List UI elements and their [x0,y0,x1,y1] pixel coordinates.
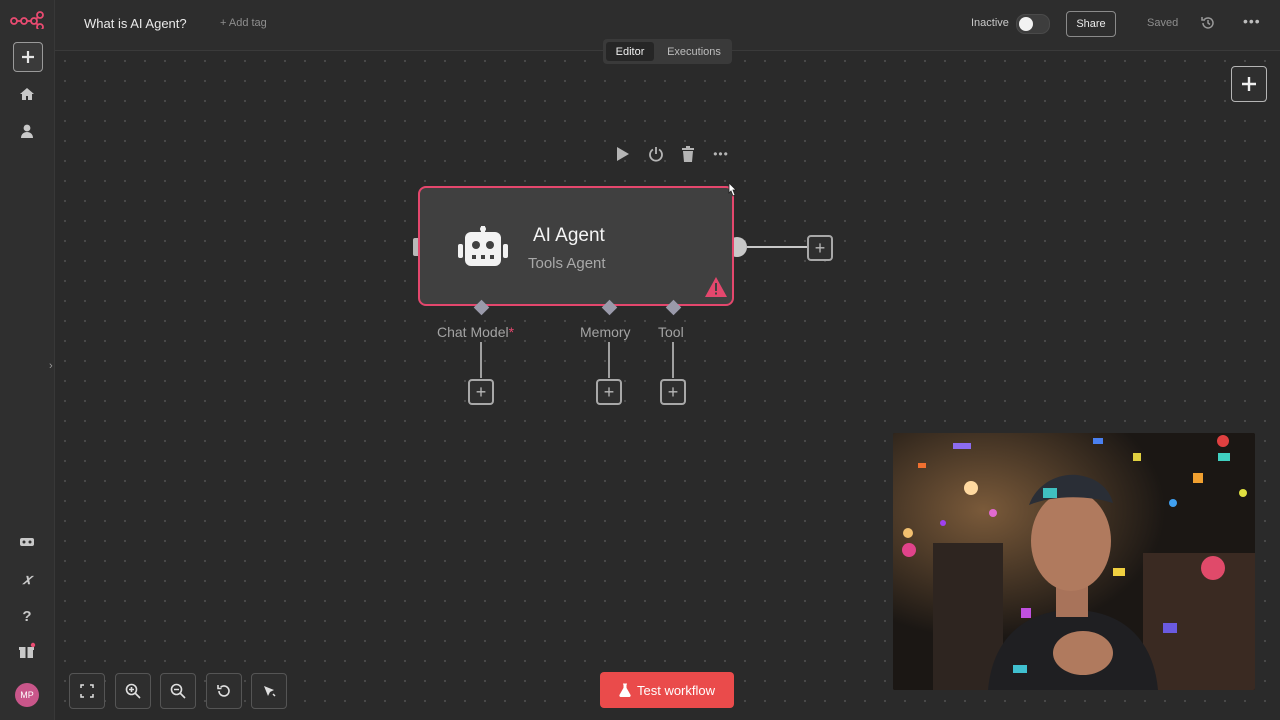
memory-label: Memory [580,324,631,340]
output-connection-line [747,246,807,248]
tab-executions[interactable]: Executions [659,42,729,61]
chat-model-label-text: Chat Model [437,324,509,340]
tool-connector-line [672,342,674,378]
add-memory-button[interactable]: + [596,379,622,405]
activation-toggle[interactable] [1016,14,1050,34]
node-title: AI Agent [533,225,605,246]
user-icon[interactable] [13,117,41,145]
gift-icon[interactable] [13,637,41,665]
tidy-up-icon [264,686,276,697]
fit-view-icon [80,684,94,698]
add-tag-button[interactable]: + Add tag [220,17,267,29]
share-button[interactable]: Share [1066,11,1116,37]
fit-view-button[interactable] [69,673,105,709]
zoom-in-icon [125,683,141,699]
add-next-node-button[interactable]: + [807,235,833,261]
flask-icon [619,683,631,697]
zoom-in-button[interactable] [115,673,151,709]
add-tool-button[interactable]: + [660,379,686,405]
memory-connector-line [608,342,610,378]
saved-status: Saved [1147,17,1179,29]
templates-icon[interactable] [13,528,41,556]
ai-agent-node[interactable]: AI Agent Tools Agent [418,186,734,306]
presenter-video-image [893,433,1255,690]
workflow-title[interactable]: What is AI Agent? [84,16,187,31]
activation-status-label: Inactive [971,17,1009,29]
add-node-button[interactable] [1231,66,1267,102]
zoom-out-button[interactable] [160,673,196,709]
tidy-up-button[interactable] [251,673,287,709]
n8n-logo-icon[interactable] [9,6,45,34]
warning-icon[interactable] [704,276,728,298]
play-icon[interactable] [612,143,634,165]
test-workflow-label: Test workflow [636,682,716,698]
left-sidebar: › 𝑥 ? MP [0,0,55,720]
mouse-cursor-icon [726,182,738,198]
view-tabs: Editor Executions [603,39,732,64]
home-icon[interactable] [13,80,41,108]
variables-icon[interactable]: 𝑥 [13,565,41,593]
toggle-knob [1019,17,1033,31]
help-icon[interactable]: ? [13,602,41,630]
reset-zoom-icon [217,685,230,697]
required-mark: * [508,324,515,340]
trash-icon[interactable] [677,143,699,165]
add-chat-model-button[interactable]: + [468,379,494,405]
variables-glyph: 𝑥 [22,570,32,588]
more-options-icon[interactable]: ••• [1243,13,1261,29]
chat-model-label: Chat Model* [437,324,514,340]
zoom-out-icon [170,683,186,699]
test-workflow-button[interactable]: Test workflow [600,672,734,708]
robot-icon [456,226,510,270]
avatar[interactable]: MP [15,683,39,707]
chat-model-connector-line [480,342,482,378]
history-icon[interactable] [1200,15,1216,31]
node-toolbar: ••• [612,143,736,165]
node-subtitle: Tools Agent [528,255,606,272]
power-icon[interactable] [645,143,667,165]
tool-label: Tool [658,324,684,340]
add-button[interactable] [13,42,43,72]
more-icon[interactable]: ••• [710,143,732,165]
help-glyph: ? [22,607,32,625]
tab-editor[interactable]: Editor [606,42,654,61]
webcam-video-overlay [893,433,1255,690]
reset-zoom-button[interactable] [206,673,242,709]
